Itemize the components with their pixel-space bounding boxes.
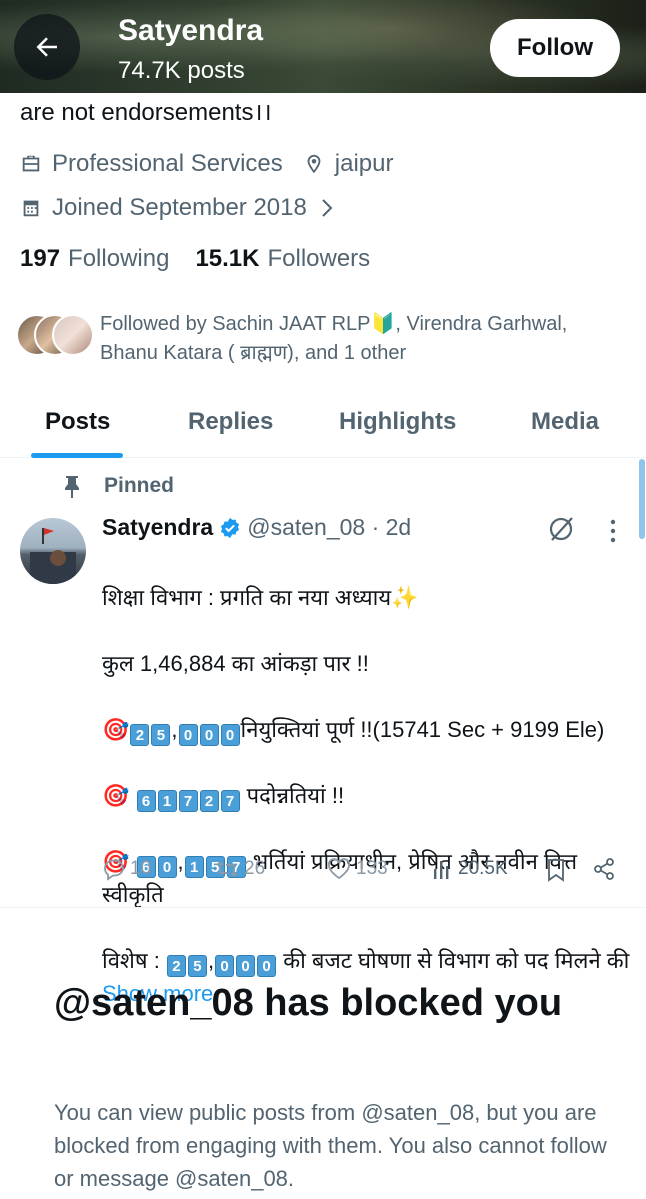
tab-media[interactable]: Media <box>531 408 599 436</box>
keycap-digit: 7 <box>178 790 198 812</box>
keycap-group-1: 25,000 <box>129 717 240 746</box>
location-pin-icon <box>307 154 321 174</box>
target-emoji: 🎯 <box>102 717 130 742</box>
post-author-avatar[interactable] <box>20 518 86 584</box>
profile-header-banner: Satyendra 74.7K posts Follow <box>0 0 646 93</box>
following-label: Following <box>68 245 170 272</box>
keycap-digit: 5 <box>151 724 171 746</box>
post-line-text: नियुक्तियां पूर्ण !!(15741 Sec + 9199 El… <box>240 717 605 742</box>
scrollbar[interactable] <box>639 459 645 539</box>
profile-joined-label: Joined September 2018 <box>52 194 307 221</box>
post-line-text: पदोन्नतियां !! <box>240 783 345 808</box>
keycap-digit: 6 <box>136 790 156 812</box>
post-author-name[interactable]: Satyendra <box>102 514 213 541</box>
post-actions: 10 26 133 20.5K <box>102 857 622 887</box>
analytics-icon <box>434 861 449 879</box>
grok-icon[interactable] <box>546 514 576 544</box>
keycap-comma: , <box>207 948 215 973</box>
chevron-right-icon <box>322 199 333 217</box>
keycap-digit: 0 <box>199 724 219 746</box>
keycap-digit: 0 <box>178 724 198 746</box>
repost-icon <box>216 861 238 877</box>
tab-highlights[interactable]: Highlights <box>339 408 456 436</box>
repost-count: 26 <box>244 858 266 879</box>
following-count: 197 <box>20 245 61 272</box>
followers-link[interactable]: 15.1K Followers <box>195 245 370 273</box>
pinned-label: Pinned <box>62 474 174 498</box>
more-options-icon[interactable] <box>608 518 618 544</box>
header-posts-count: 74.7K posts <box>118 57 245 84</box>
views-count: 20.5K <box>458 858 508 879</box>
keycap-digit: 2 <box>199 790 219 812</box>
profile-category: Professional Services <box>20 150 283 178</box>
post-line-text: की बजट घोषणा से विभाग को पद मिलने की <box>277 948 636 973</box>
calendar-icon <box>23 200 39 217</box>
repost-button[interactable]: 26 <box>214 857 265 881</box>
post-line: 🎯 2 5, 0 0 0 नियुक्तियां पूर्ण !!(15741 Sec + … <box>102 713 632 746</box>
followed-by-section[interactable]: Followed by Sachin JAAT RLP🔰, Virendra G… <box>16 310 567 364</box>
keycap-comma: , <box>171 717 178 742</box>
bookmark-button[interactable] <box>546 857 570 883</box>
following-link[interactable]: 197 Following <box>20 245 169 273</box>
active-tab-indicator <box>31 453 123 458</box>
verified-badge-icon <box>221 517 240 538</box>
blocked-description: You can view public posts from @saten_08… <box>54 1100 607 1191</box>
post-text[interactable]: शिक्षा विभाग : प्रगति का नया अध्याय✨ कुल… <box>102 548 632 1043</box>
reply-icon <box>104 859 124 881</box>
section-divider <box>0 907 646 908</box>
keycap-digit: 1 <box>157 790 177 812</box>
profile-location-label: jaipur <box>334 150 394 177</box>
followed-by-text: Followed by Sachin JAAT RLP🔰, Virendra G… <box>100 313 568 364</box>
arrow-left-icon <box>36 37 57 57</box>
profile-category-label: Professional Services <box>52 150 283 177</box>
tab-posts[interactable]: Posts <box>45 408 110 436</box>
target-emoji: 🎯 <box>102 783 136 808</box>
share-icon <box>594 858 614 880</box>
keycap-digit: 0 <box>236 955 256 977</box>
followed-by-avatars <box>16 314 98 358</box>
profile-location: jaipur <box>303 150 394 178</box>
keycap-digit: 2 <box>130 724 150 746</box>
keycap-digit: 2 <box>166 955 186 977</box>
tab-replies[interactable]: Replies <box>188 408 273 436</box>
profile-tabs: Posts Replies Highlights Media <box>0 384 646 458</box>
avatar-image <box>30 528 76 584</box>
like-count: 133 <box>356 858 388 879</box>
post-line: शिक्षा विभाग : प्रगति का नया अध्याय✨ <box>102 585 419 610</box>
blocked-title: @saten_08 has blocked you <box>54 982 563 1024</box>
keycap-digit: 0 <box>257 955 277 977</box>
avatar <box>52 314 94 356</box>
post-header: Satyendra @saten_08 · 2d <box>102 514 411 541</box>
header-profile-name: Satyendra <box>118 14 264 47</box>
profile-meta-row: Professional Services jaipur <box>20 150 393 178</box>
reply-count: 10 <box>130 858 152 879</box>
keycap-digit: 7 <box>220 790 240 812</box>
bookmark-icon <box>548 859 564 882</box>
back-button[interactable] <box>14 14 80 80</box>
keycap-digit: 0 <box>215 955 235 977</box>
followers-count: 15.1K <box>195 245 260 272</box>
pin-icon <box>65 476 79 498</box>
follow-counts: 197 Following 15.1K Followers <box>20 245 370 273</box>
pinned-text: Pinned <box>104 474 175 497</box>
profile-joined[interactable]: Joined September 2018 <box>20 194 345 222</box>
views-button[interactable]: 20.5K <box>432 857 508 881</box>
post-line-prefix: विशेष : <box>102 948 166 973</box>
reply-button[interactable]: 10 <box>102 857 151 881</box>
like-button[interactable]: 133 <box>326 857 388 881</box>
post-line: कुल 1,46,884 का आंकड़ा पार !! <box>102 651 369 676</box>
keycap-digit: 0 <box>220 724 240 746</box>
briefcase-icon <box>22 155 40 172</box>
profile-bio: are not endorsements।। <box>20 99 272 126</box>
follow-button[interactable]: Follow <box>490 19 620 77</box>
post-handle-time: @saten_08 · 2d <box>247 514 412 540</box>
heart-icon <box>327 858 351 880</box>
share-button[interactable] <box>592 857 620 881</box>
post-line: 🎯 61727 पदोन्नतियां !! <box>102 779 632 812</box>
keycap-digit: 5 <box>187 955 207 977</box>
followers-label: Followers <box>267 245 371 272</box>
